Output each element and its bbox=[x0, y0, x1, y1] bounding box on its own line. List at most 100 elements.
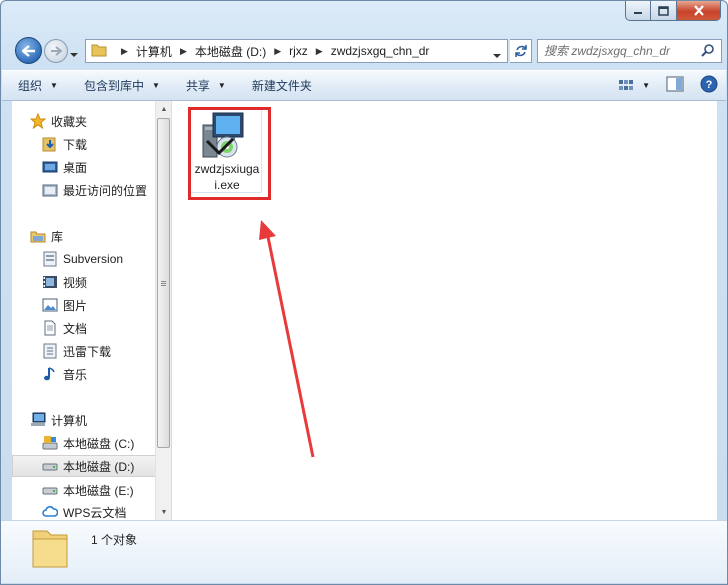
sidebar-item-xunlei-downloads[interactable]: 迅雷下载 bbox=[42, 340, 156, 362]
include-in-library-label: 包含到库中 bbox=[83, 79, 144, 93]
address-history-dropdown[interactable] bbox=[493, 48, 501, 62]
svg-text:?: ? bbox=[706, 79, 713, 91]
forward-button[interactable] bbox=[44, 39, 68, 63]
view-grid-icon bbox=[619, 79, 634, 90]
star-icon bbox=[30, 113, 46, 129]
sidebar-item-wps-cloud[interactable]: WPS云文档 bbox=[42, 501, 156, 520]
sidebar-item-label: Subversion bbox=[63, 252, 124, 266]
sidebar-item-label: 迅雷下载 bbox=[63, 344, 112, 359]
command-bar: 组织 ▼ 包含到库中 ▼ 共享 ▼ 新建文件夹 ▼ ? bbox=[2, 70, 726, 101]
drive-icon bbox=[42, 458, 58, 474]
organize-label: 组织 bbox=[18, 79, 43, 93]
sidebar-item-label: 文档 bbox=[63, 321, 88, 336]
caption-buttons bbox=[625, 1, 721, 23]
recent-places-icon bbox=[42, 182, 58, 198]
sidebar-item-label: 库 bbox=[51, 229, 64, 244]
sidebar-item-label: 视频 bbox=[63, 275, 88, 290]
breadcrumb-separator-icon[interactable]: ▶ bbox=[316, 46, 323, 57]
scroll-up-icon[interactable]: ▲ bbox=[156, 101, 172, 117]
maximize-icon bbox=[658, 5, 669, 16]
share-menu[interactable]: 共享 ▼ bbox=[170, 71, 236, 100]
breadcrumb-drive-d[interactable]: 本地磁盘 (D:) bbox=[195, 43, 266, 60]
search-icon[interactable] bbox=[701, 43, 715, 60]
sidebar-item-label: 桌面 bbox=[63, 160, 88, 175]
highlight-box bbox=[188, 107, 271, 200]
sidebar-item-label: 收藏夹 bbox=[51, 114, 88, 129]
library-icon bbox=[30, 228, 46, 244]
folder-icon bbox=[29, 527, 69, 574]
search-box[interactable] bbox=[537, 39, 722, 63]
sidebar-item-label: 音乐 bbox=[63, 367, 88, 382]
recent-pages-dropdown[interactable] bbox=[70, 47, 78, 61]
breadcrumb-current-folder[interactable]: zwdzjsxgq_chn_dr bbox=[331, 44, 430, 58]
sidebar-item-documents[interactable]: 文档 bbox=[42, 317, 156, 339]
sidebar-item-music[interactable]: 音乐 bbox=[42, 363, 156, 385]
sidebar-item-label: 本地磁盘 (C:) bbox=[63, 436, 135, 451]
help-icon[interactable]: ? bbox=[700, 75, 718, 96]
scroll-thumb[interactable] bbox=[157, 118, 170, 448]
system-drive-icon bbox=[42, 435, 58, 451]
breadcrumb-computer[interactable]: 计算机 bbox=[136, 43, 172, 60]
back-button[interactable] bbox=[15, 37, 42, 64]
sidebar-item-subversion[interactable]: Subversion bbox=[42, 248, 156, 270]
navigation-pane-scrollbar[interactable]: ▲ ▼ bbox=[155, 101, 171, 520]
search-input[interactable] bbox=[544, 44, 694, 58]
computer-icon bbox=[30, 412, 46, 428]
desktop-icon bbox=[42, 159, 58, 175]
chevron-down-icon bbox=[70, 53, 78, 57]
sidebar-item-computer[interactable]: 计算机 bbox=[30, 409, 156, 431]
sidebar-item-downloads[interactable]: 下载 bbox=[42, 133, 156, 155]
sidebar-item-label: 本地磁盘 (E:) bbox=[63, 483, 134, 498]
breadcrumb-separator-icon[interactable]: ▶ bbox=[180, 46, 187, 57]
back-arrow-icon bbox=[21, 44, 35, 57]
close-icon bbox=[693, 5, 704, 16]
sidebar-item-drive-d[interactable]: 本地磁盘 (D:) bbox=[12, 455, 156, 477]
include-in-library-menu[interactable]: 包含到库中 ▼ bbox=[68, 71, 170, 100]
sidebar-item-drive-c[interactable]: 本地磁盘 (C:) bbox=[42, 432, 156, 454]
sidebar-item-drive-e[interactable]: 本地磁盘 (E:) bbox=[42, 479, 156, 501]
command-bar-right: ▼ ? bbox=[618, 75, 718, 96]
breadcrumb-separator-icon[interactable]: ▶ bbox=[121, 46, 128, 57]
sidebar-item-favorites[interactable]: 收藏夹 bbox=[30, 110, 156, 132]
close-button[interactable] bbox=[677, 1, 721, 21]
video-icon bbox=[42, 274, 58, 290]
picture-icon bbox=[42, 297, 58, 313]
new-folder-label: 新建文件夹 bbox=[251, 79, 312, 93]
scroll-down-icon[interactable]: ▼ bbox=[156, 504, 172, 520]
navigation-pane: 收藏夹 下载 桌面 最近访问的位置 库 Subversion 视频 图片 文档 … bbox=[12, 101, 156, 520]
forward-arrow-icon bbox=[51, 46, 62, 56]
minimize-button[interactable] bbox=[625, 1, 651, 21]
sidebar-item-desktop[interactable]: 桌面 bbox=[42, 156, 156, 178]
sidebar-item-videos[interactable]: 视频 bbox=[42, 271, 156, 293]
organize-menu[interactable]: 组织 ▼ bbox=[2, 71, 68, 100]
maximize-button[interactable] bbox=[651, 1, 677, 21]
address-bar[interactable]: ▶ 计算机 ▶ 本地磁盘 (D:) ▶ rjxz ▶ zwdzjsxgq_chn… bbox=[85, 39, 508, 63]
details-pane: 1 个对象 bbox=[1, 520, 727, 583]
music-icon bbox=[42, 366, 58, 382]
breadcrumb-separator-icon[interactable]: ▶ bbox=[274, 46, 281, 57]
cloud-icon bbox=[42, 504, 58, 520]
sidebar-item-recent-places[interactable]: 最近访问的位置 bbox=[42, 179, 156, 201]
xunlei-download-icon bbox=[42, 343, 58, 359]
change-view-button[interactable]: ▼ bbox=[618, 79, 650, 93]
sidebar-item-label: 本地磁盘 (D:) bbox=[63, 459, 135, 474]
sidebar-item-label: 下载 bbox=[63, 137, 88, 152]
refresh-icon bbox=[514, 45, 527, 57]
subversion-icon bbox=[42, 251, 58, 267]
drive-icon bbox=[42, 482, 58, 498]
navigation-row: ▶ 计算机 ▶ 本地磁盘 (D:) ▶ rjxz ▶ zwdzjsxgq_chn… bbox=[13, 35, 722, 65]
sidebar-item-label: 计算机 bbox=[51, 413, 88, 428]
chevron-down-icon bbox=[493, 54, 501, 58]
chevron-down-icon[interactable]: ▼ bbox=[642, 81, 650, 90]
new-folder-button[interactable]: 新建文件夹 bbox=[236, 71, 322, 100]
sidebar-item-pictures[interactable]: 图片 bbox=[42, 294, 156, 316]
folder-icon bbox=[91, 43, 107, 60]
refresh-button[interactable] bbox=[510, 39, 532, 63]
preview-pane-icon[interactable] bbox=[666, 76, 684, 95]
document-icon bbox=[42, 320, 58, 336]
breadcrumb-rjxz[interactable]: rjxz bbox=[289, 44, 308, 58]
download-folder-icon bbox=[42, 136, 58, 152]
sidebar-item-label: 最近访问的位置 bbox=[63, 183, 148, 198]
sidebar-item-libraries[interactable]: 库 bbox=[30, 225, 156, 247]
chevron-down-icon: ▼ bbox=[50, 81, 58, 90]
